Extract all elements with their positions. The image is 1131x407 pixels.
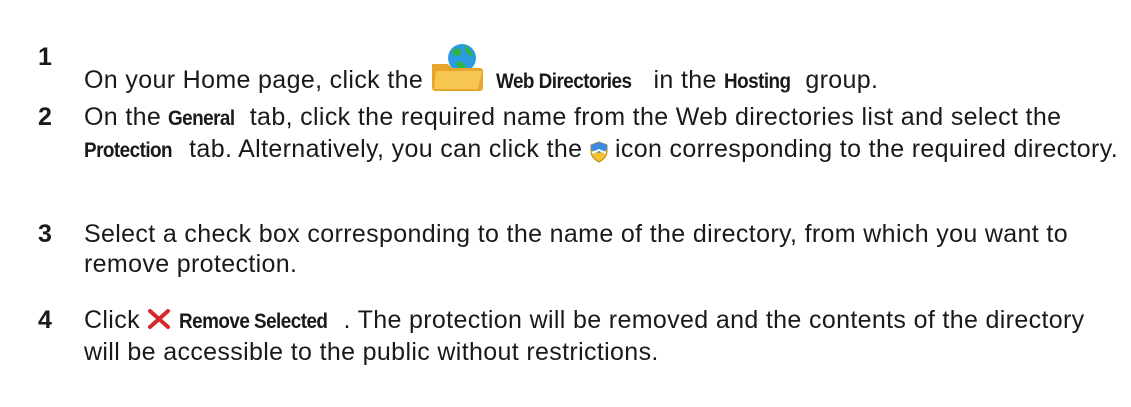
- general-tab-label: General: [168, 107, 236, 130]
- step-4-text-before: Click: [84, 306, 148, 334]
- step-2-text-after: icon corresponding to the required direc…: [607, 135, 1119, 163]
- step-2-text-middle: tab, click the required name from the We…: [242, 103, 1062, 131]
- remove-selected-label: Remove Selected: [178, 310, 328, 333]
- protection-shield-icon: [590, 140, 608, 170]
- step-1-text-after: group.: [798, 66, 879, 94]
- web-directories-label: Web Directories: [495, 70, 632, 93]
- step-number: 4: [38, 306, 52, 334]
- step-2-text-before: On the: [84, 103, 169, 131]
- step-text: On the General tab, click the required n…: [84, 102, 1124, 170]
- step-number: 1: [38, 43, 52, 71]
- step-2-text-middle2: tab. Alternatively, you can click the: [181, 135, 590, 163]
- step-text: Click Remove Selected. The protection wi…: [84, 305, 1124, 367]
- remove-x-icon: [147, 307, 171, 337]
- step-number: 3: [38, 220, 52, 248]
- step-number: 2: [38, 103, 52, 131]
- step-1-text-before: On your Home page, click the: [84, 66, 431, 94]
- protection-tab-label: Protection: [84, 139, 173, 162]
- instruction-steps: 1 On your Home page, click the Web Direc…: [0, 0, 1131, 407]
- step-text: Select a check box corresponding to the …: [84, 220, 1068, 278]
- web-directories-icon: [430, 42, 488, 99]
- step-1-text-middle: in the: [646, 66, 725, 94]
- hosting-group-label: Hosting: [724, 70, 791, 93]
- step-text: On your Home page, click the Web Directo…: [84, 42, 1124, 99]
